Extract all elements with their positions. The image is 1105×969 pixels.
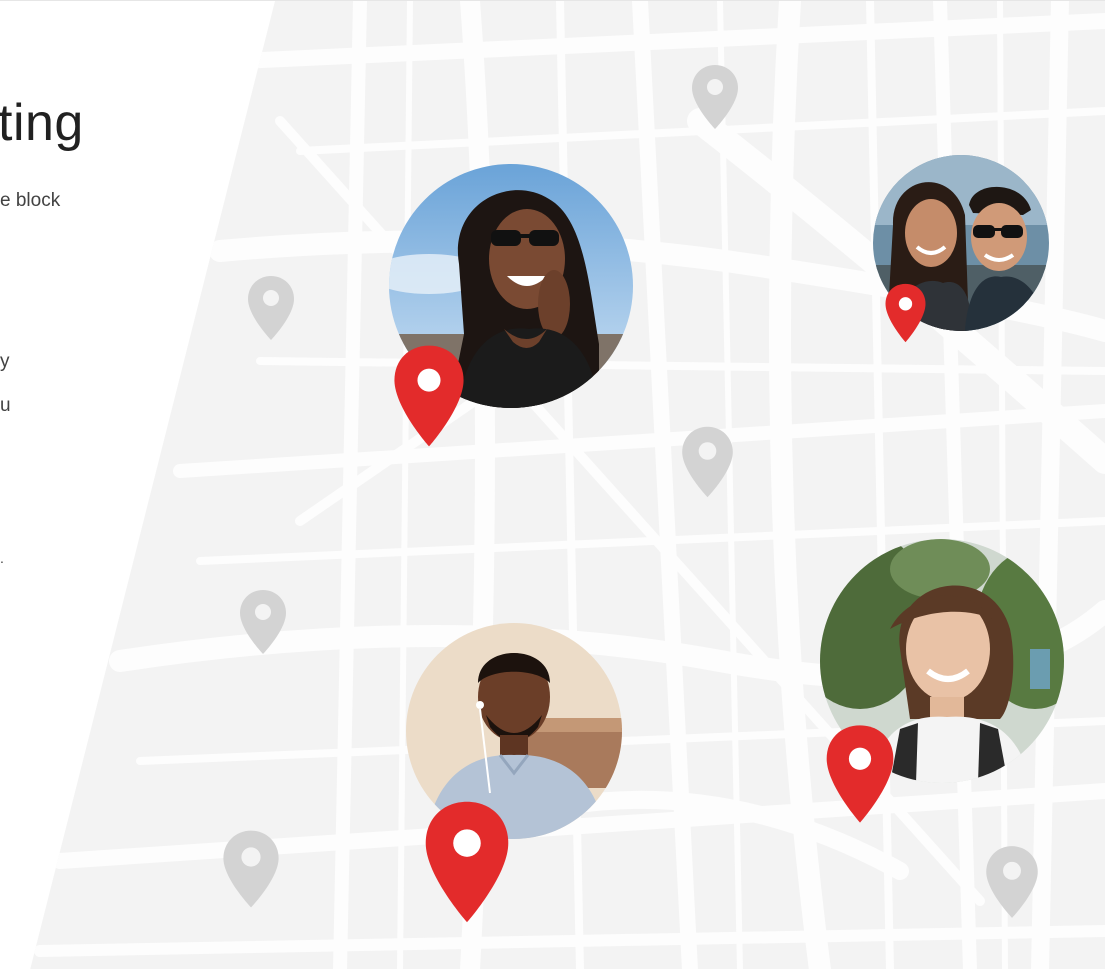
location-pin-icon bbox=[248, 276, 294, 340]
body-text-fragment: y bbox=[0, 351, 10, 372]
location-pin-icon[interactable] bbox=[884, 283, 927, 343]
body-text-fragment: u bbox=[0, 395, 11, 416]
location-pin-icon bbox=[223, 830, 279, 908]
location-pin-icon[interactable] bbox=[825, 724, 895, 824]
subheading: e block bbox=[0, 190, 61, 211]
location-pin-icon bbox=[682, 426, 733, 498]
location-pin-icon[interactable] bbox=[424, 800, 510, 924]
location-pin-icon[interactable] bbox=[393, 344, 465, 448]
location-pin-icon bbox=[240, 590, 286, 654]
location-pin-icon bbox=[692, 65, 738, 129]
body-text-fragment: . bbox=[0, 550, 4, 566]
location-pin-icon bbox=[986, 846, 1038, 918]
page: ting e block y u . bbox=[0, 0, 1105, 969]
text-panel: ting e block y u . bbox=[0, 1, 320, 969]
page-heading: ting bbox=[0, 94, 84, 152]
